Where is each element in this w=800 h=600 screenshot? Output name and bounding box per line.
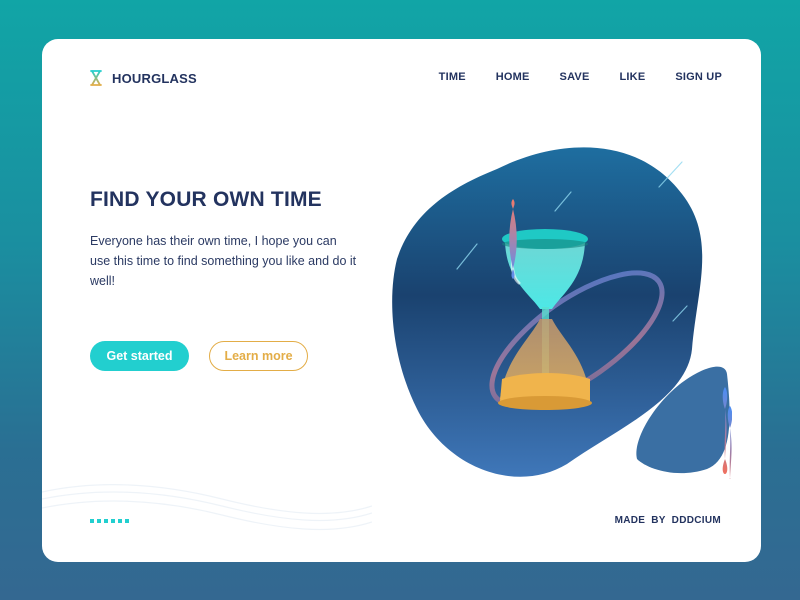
get-started-button[interactable]: Get started bbox=[90, 341, 189, 371]
nav-item-sign-up[interactable]: SIGN UP bbox=[675, 71, 722, 83]
page-dot[interactable] bbox=[125, 519, 129, 523]
brand-name: HOURGLASS bbox=[112, 70, 197, 86]
page-dot[interactable] bbox=[90, 519, 94, 523]
hourglass-illustration bbox=[392, 147, 732, 479]
learn-more-button[interactable]: Learn more bbox=[209, 341, 308, 371]
page-indicator[interactable] bbox=[90, 519, 132, 523]
landing-card: HOURGLASS TIME HOME SAVE LIKE SIGN UP FI… bbox=[42, 39, 761, 562]
page-dot[interactable] bbox=[97, 519, 101, 523]
nav-item-save[interactable]: SAVE bbox=[560, 71, 590, 83]
nav-item-home[interactable]: HOME bbox=[496, 71, 530, 83]
page-dot[interactable] bbox=[118, 519, 122, 523]
nav-item-like[interactable]: LIKE bbox=[620, 71, 646, 83]
hero-description: Everyone has their own time, I hope you … bbox=[90, 234, 357, 288]
page-dot[interactable] bbox=[111, 519, 115, 523]
brand-logo[interactable]: HOURGLASS bbox=[90, 70, 197, 86]
author-credit: MADE BY DDDCIUM bbox=[614, 515, 721, 526]
hourglass-icon bbox=[90, 70, 102, 86]
nav-item-time[interactable]: TIME bbox=[439, 71, 466, 83]
main-nav: TIME HOME SAVE LIKE SIGN UP bbox=[439, 71, 722, 83]
decorative-waves bbox=[42, 483, 372, 531]
page-dot[interactable] bbox=[104, 519, 108, 523]
hero-title: FIND YOUR OWN TIME bbox=[90, 188, 322, 211]
droplet-right-2 bbox=[727, 406, 732, 479]
